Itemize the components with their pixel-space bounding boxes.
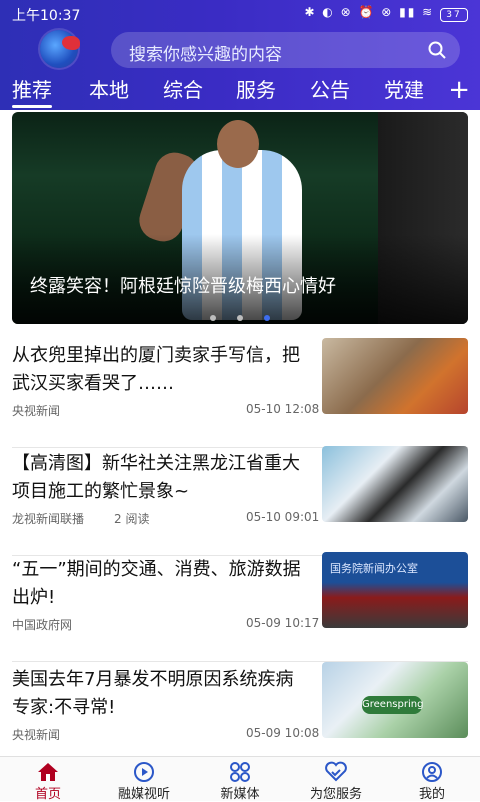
nav-media[interactable]: 融媒视听: [96, 757, 192, 802]
status-icons-text: ✱ ◐ ⊗ ⏰ ⊗ ▮▮ ≋: [304, 5, 435, 19]
carousel-dot-active[interactable]: [264, 315, 271, 321]
status-bar: 上午10:37 ✱ ◐ ⊗ ⏰ ⊗ ▮▮ ≋ 37: [0, 0, 480, 28]
tab-general[interactable]: 综合: [163, 76, 203, 104]
news-thumbnail: [322, 446, 468, 522]
news-title: 【高清图】新华社关注黑龙江省重大项目施工的繁忙景象~: [12, 453, 300, 502]
news-source: 央视新闻: [12, 728, 61, 742]
thumbnail-text: Greenspring: [362, 696, 423, 714]
bottom-nav: 首页 融媒视听 新媒体 为您服务 我的: [0, 756, 480, 802]
nav-label: 首页: [34, 787, 61, 802]
nav-home[interactable]: 首页: [0, 757, 96, 802]
app-logo-icon[interactable]: [40, 30, 80, 68]
status-time: 上午10:37: [12, 8, 81, 24]
news-date: 05-09 10:17: [246, 616, 320, 630]
grid-icon: [230, 762, 250, 782]
user-icon: [422, 762, 442, 782]
news-source: 中国政府网: [12, 618, 73, 632]
nav-label: 为您服务: [309, 787, 362, 802]
news-title: 从衣兜里掉出的厦门卖家手写信，把武汉买家看哭了……: [12, 345, 300, 394]
banner-caption: 终露笑容！阿根廷惊险晋级梅西心情好: [30, 276, 336, 297]
news-date: 05-10 09:01: [246, 510, 320, 524]
category-tabs: 推荐 本地 综合 服务 公告 党建 +: [0, 76, 480, 110]
carousel-dot[interactable]: [237, 315, 243, 321]
tab-service[interactable]: 服务: [236, 76, 276, 104]
status-indicators: ✱ ◐ ⊗ ⏰ ⊗ ▮▮ ≋ 37: [304, 5, 468, 22]
nav-label: 新媒体: [220, 787, 260, 802]
banner-carousel[interactable]: 终露笑容！阿根廷惊险晋级梅西心情好: [12, 112, 468, 324]
tab-party[interactable]: 党建: [384, 76, 424, 104]
news-source: 央视新闻: [12, 404, 61, 418]
nav-mine[interactable]: 我的: [384, 757, 480, 802]
news-thumbnail: 国务院新闻办公室: [322, 552, 468, 628]
tab-announcement[interactable]: 公告: [310, 76, 350, 104]
nav-label: 我的: [418, 787, 445, 802]
news-date: 05-10 12:08: [246, 402, 320, 416]
tab-recommend[interactable]: 推荐: [12, 76, 52, 108]
add-tab-icon[interactable]: +: [448, 76, 470, 104]
news-item[interactable]: “五一”期间的交通、消费、旅游数据出炉! 中国政府网 05-09 10:17 国…: [0, 552, 480, 662]
news-date: 05-09 10:08: [246, 726, 320, 740]
news-title: “五一”期间的交通、消费、旅游数据出炉!: [12, 559, 301, 608]
search-placeholder: 搜索你感兴趣的内容: [129, 45, 282, 65]
news-thumbnail: [322, 338, 468, 414]
news-title: 美国去年7月暴发不明原因系统疾病 专家:不寻常!: [12, 669, 294, 718]
app-header: 上午10:37 ✱ ◐ ⊗ ⏰ ⊗ ▮▮ ≋ 37 搜索你感兴趣的内容 推荐 本…: [0, 0, 480, 110]
news-item[interactable]: 【高清图】新华社关注黑龙江省重大项目施工的繁忙景象~ 龙视新闻联播 2 阅读 0…: [0, 446, 480, 556]
nav-label: 融媒视听: [117, 787, 170, 802]
news-item[interactable]: 从衣兜里掉出的厦门卖家手写信，把武汉买家看哭了…… 央视新闻 05-10 12:…: [0, 338, 480, 448]
search-bar[interactable]: 搜索你感兴趣的内容: [111, 32, 460, 68]
tab-local[interactable]: 本地: [89, 76, 129, 104]
nav-newmedia[interactable]: 新媒体: [192, 757, 288, 802]
handshake-icon: [325, 761, 347, 782]
play-icon: [134, 762, 154, 782]
home-icon: [38, 763, 58, 781]
news-source: 龙视新闻联播: [12, 512, 85, 526]
battery-icon: 37: [440, 8, 468, 22]
news-read-count: 2 阅读: [114, 512, 150, 526]
nav-service[interactable]: 为您服务: [288, 757, 384, 802]
thumbnail-text: 国务院新闻办公室: [330, 562, 418, 575]
search-icon[interactable]: [428, 41, 446, 59]
news-thumbnail: Greenspring: [322, 662, 468, 738]
carousel-dots: [12, 306, 468, 324]
carousel-dot[interactable]: [209, 315, 216, 321]
